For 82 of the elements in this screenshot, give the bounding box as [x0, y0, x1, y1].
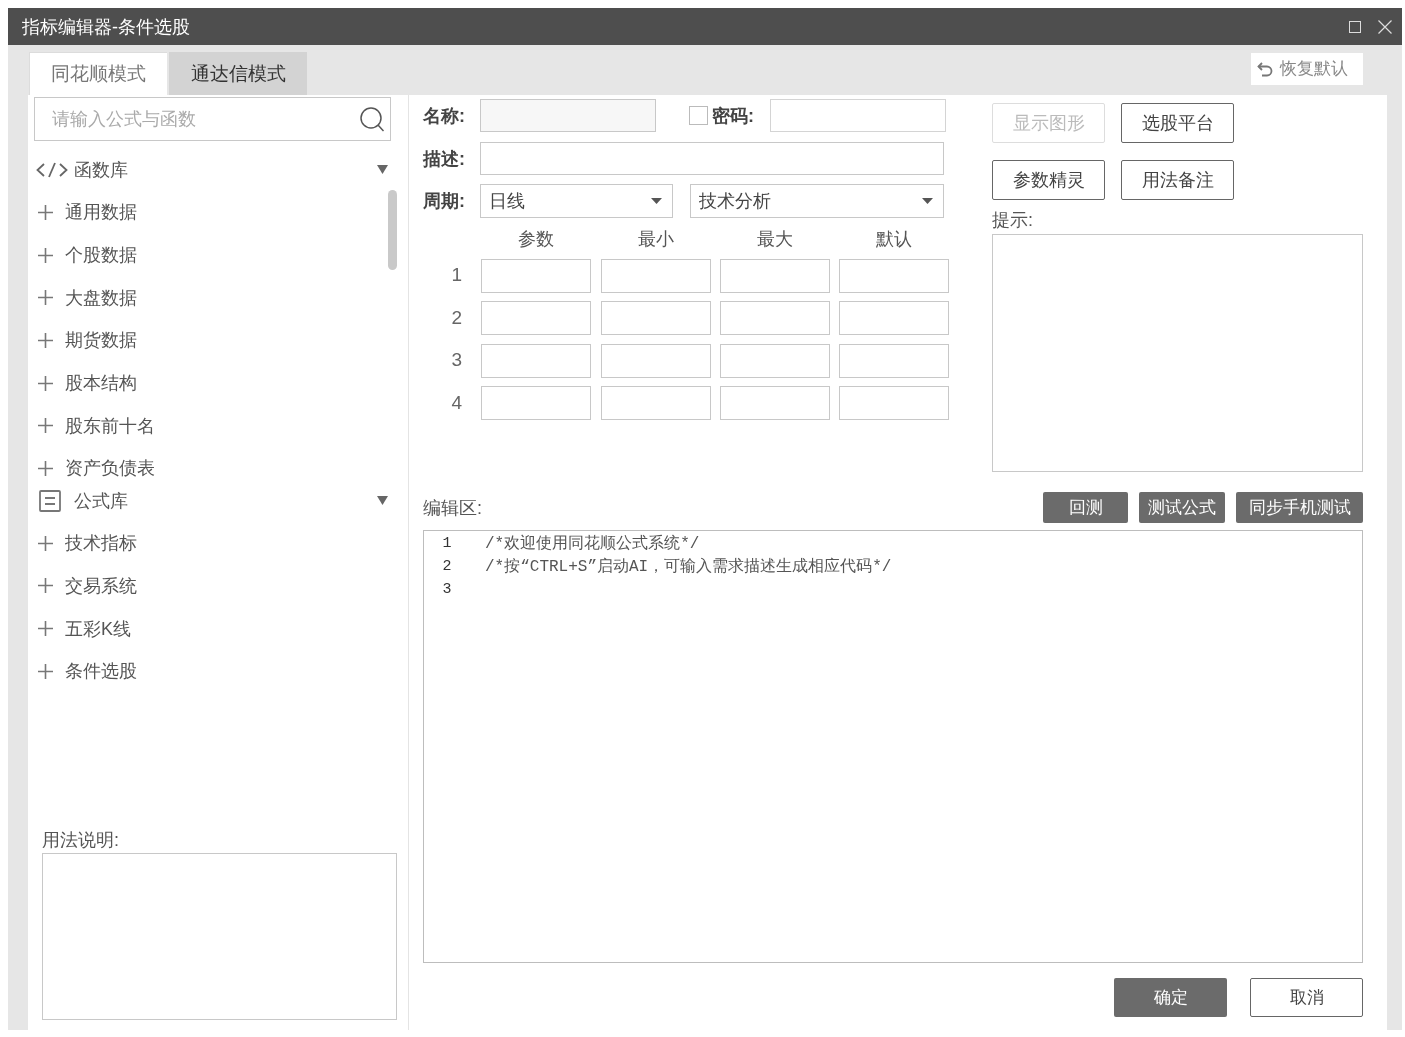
password-checkbox[interactable] — [689, 106, 708, 125]
code-line: /*欢迎使用同花顺公式系统*/ — [485, 533, 700, 554]
param-field[interactable] — [839, 258, 950, 293]
editor-button[interactable]: 同步手机测试 — [1236, 492, 1363, 523]
password-label: 密码: — [712, 104, 754, 127]
action-button[interactable]: 选股平台 — [1121, 103, 1234, 143]
param-field[interactable] — [839, 301, 950, 335]
group-header[interactable]: 公式库 — [74, 489, 128, 512]
category-dropdown[interactable]: 技术分析 — [690, 184, 944, 218]
usage-label: 用法说明: — [42, 829, 120, 851]
list-icon — [39, 489, 61, 512]
description-label: 描述: — [423, 147, 466, 170]
action-button[interactable]: 用法备注 — [1121, 160, 1234, 200]
name-field[interactable] — [480, 99, 656, 132]
code-editor[interactable]: 1 /*欢迎使用同花顺公式系统*/ 2 /*按“CTRL+S”启动AI，可输入需求描述生成相应代码*/ 3 — [423, 530, 1363, 963]
param-field[interactable] — [600, 301, 711, 335]
scrollbar[interactable] — [388, 190, 397, 270]
tree-item[interactable]: 期货数据 — [65, 329, 137, 352]
period-label: 周期: — [423, 190, 466, 212]
param-field[interactable] — [839, 386, 950, 420]
tree-item[interactable]: 大盘数据 — [65, 286, 137, 309]
hint-label: 提示: — [992, 209, 1034, 231]
tree-item[interactable]: 资产负债表 — [65, 457, 155, 480]
caret-down-icon[interactable] — [377, 165, 388, 174]
param-field[interactable] — [720, 343, 830, 378]
row-number: 1 — [450, 263, 463, 288]
search-icon[interactable] — [360, 107, 384, 132]
column-header: 默认 — [875, 228, 914, 250]
tree-item[interactable]: 条件选股 — [65, 660, 137, 683]
row-number: 3 — [450, 348, 463, 373]
caret-down-icon — [651, 198, 662, 204]
line-number: 3 — [441, 579, 453, 600]
code-icon — [36, 161, 68, 178]
param-field[interactable] — [481, 258, 592, 293]
line-number: 1 — [441, 533, 453, 554]
caret-down-icon — [922, 198, 933, 204]
param-field[interactable] — [839, 343, 950, 378]
param-field[interactable] — [600, 386, 711, 420]
description-field[interactable] — [480, 142, 944, 175]
code-line: /*按“CTRL+S”启动AI，可输入需求描述生成相应代码*/ — [485, 556, 892, 577]
param-field[interactable] — [600, 343, 711, 378]
param-field[interactable] — [481, 343, 592, 378]
mode-tab[interactable]: 同花顺模式 — [29, 52, 167, 95]
confirm-button[interactable]: 确定 — [1114, 978, 1227, 1017]
hint-field[interactable] — [992, 234, 1363, 472]
window-title: 指标编辑器-条件选股 — [22, 15, 190, 38]
editor-button[interactable]: 测试公式 — [1139, 492, 1225, 523]
search-field[interactable]: 请输入公式与函数 — [34, 97, 391, 141]
tree-item[interactable]: 交易系统 — [65, 574, 137, 597]
tree-item[interactable]: 股本结构 — [65, 372, 137, 395]
param-field[interactable] — [600, 258, 711, 293]
column-header: 最小 — [636, 228, 675, 250]
usage-field[interactable] — [42, 853, 397, 1020]
name-label: 名称: — [423, 104, 466, 127]
line-number: 2 — [441, 556, 453, 577]
param-field[interactable] — [720, 386, 830, 420]
param-field[interactable] — [481, 301, 592, 335]
row-number: 2 — [450, 305, 463, 330]
password-field[interactable] — [770, 99, 946, 132]
mode-tab[interactable]: 通达信模式 — [169, 52, 307, 95]
tree-item[interactable]: 个股数据 — [65, 244, 137, 267]
row-number: 4 — [450, 390, 463, 415]
period-dropdown[interactable]: 日线 — [480, 184, 673, 218]
group-header[interactable]: 函数库 — [74, 158, 128, 181]
column-header: 最大 — [756, 228, 794, 250]
close-icon[interactable] — [1378, 19, 1392, 34]
tree-item[interactable]: 五彩K线 — [65, 617, 131, 640]
tree-item[interactable]: 技术指标 — [65, 532, 137, 555]
maximize-icon[interactable] — [1349, 20, 1361, 33]
tree-item[interactable]: 通用数据 — [65, 201, 137, 224]
param-field[interactable] — [481, 386, 592, 420]
column-header: 参数 — [517, 228, 556, 250]
undo-icon — [1257, 61, 1273, 77]
action-button[interactable]: 参数精灵 — [992, 160, 1105, 200]
param-field[interactable] — [720, 301, 830, 335]
restore-default-button[interactable]: 恢复默认 — [1251, 53, 1363, 85]
cancel-button[interactable]: 取消 — [1250, 978, 1363, 1017]
caret-down-icon[interactable] — [377, 496, 388, 506]
tree-item[interactable]: 股东前十名 — [65, 414, 155, 437]
editor-label: 编辑区: — [423, 496, 482, 519]
editor-button[interactable]: 回测 — [1043, 492, 1128, 523]
param-field[interactable] — [720, 258, 830, 293]
